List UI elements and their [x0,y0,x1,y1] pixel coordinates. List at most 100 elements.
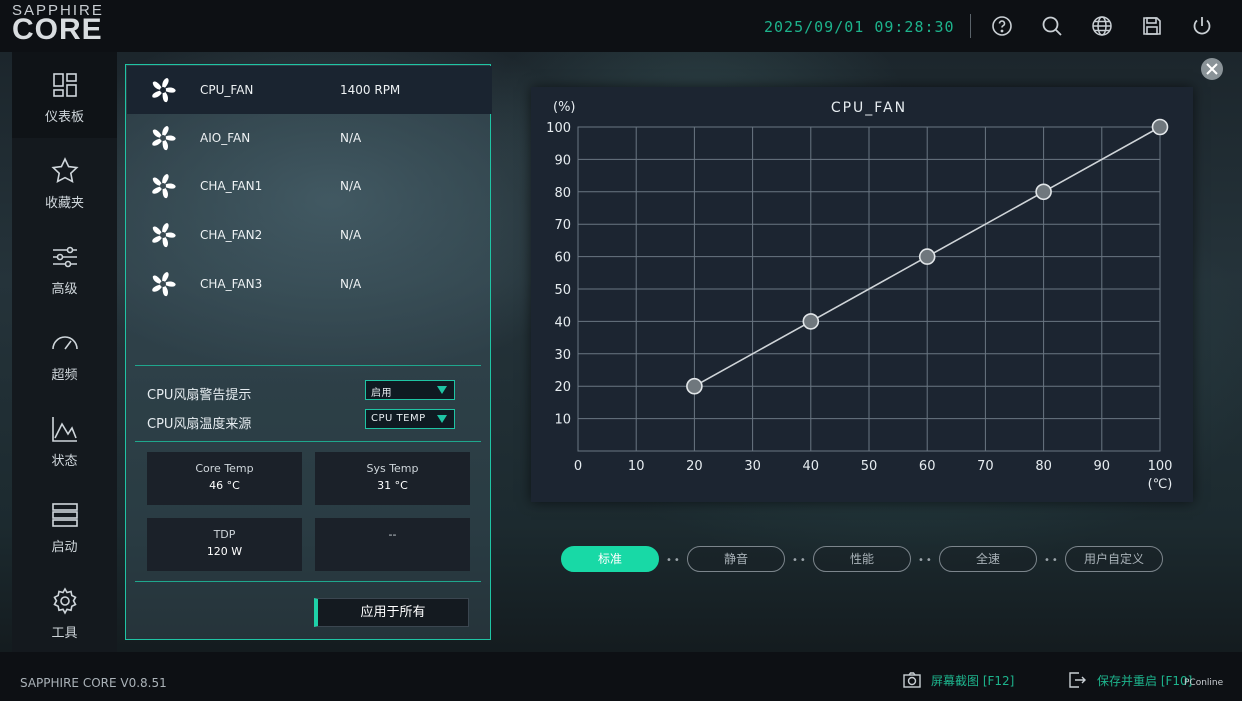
datetime-display: 2025/09/01 09:28:30 [764,18,955,36]
mode-performance-button[interactable]: 性能 [813,546,911,572]
separator-dots: •• [918,555,934,566]
fan-warning-label: CPU风扇警告提示 [147,388,252,403]
x-tick-label: 40 [803,459,820,474]
gear-icon [52,587,77,615]
fan-row-aio-fan[interactable]: AIO_FAN N/A [127,114,492,162]
apply-to-all-button[interactable]: 应用于所有 [314,598,469,627]
sidebar-item-label: 收藏夹 [44,196,84,211]
divider [135,581,481,582]
y-tick-label: 100 [546,121,571,136]
fan-temp-source-dropdown[interactable]: CPU TEMP [365,409,455,429]
empty-stat-card: -- [315,518,470,571]
sidebar-item-status[interactable]: 状态 [12,396,117,482]
power-icon[interactable] [1190,14,1214,38]
stat-label: Core Temp [195,462,254,475]
divider [135,441,481,442]
chevron-down-icon [437,386,447,394]
mode-custom-button[interactable]: 用户自定义 [1065,546,1163,572]
x-tick-label: 30 [744,459,761,474]
fan-name: CPU_FAN [200,83,254,97]
exit-icon[interactable] [1067,670,1087,690]
x-tick-label: 70 [977,459,994,474]
x-tick-label: 90 [1094,459,1111,474]
fan-name: CHA_FAN2 [200,228,263,242]
sidebar-item-tools[interactable]: 工具 [12,568,117,654]
curve-point[interactable] [1151,118,1169,136]
sidebar-item-boot[interactable]: 启动 [12,482,117,568]
sidebar-item-overclock[interactable]: 超频 [12,310,117,396]
sidebar-item-dashboard[interactable]: 仪表板 [12,52,117,138]
fan-mode-selector: 标准 •• 静音 •• 性能 •• 全速 •• 用户自定义 [561,546,1181,574]
save-restart-button[interactable]: 保存并重启 [F10] [1097,672,1192,689]
core-temp-card: Core Temp 46 °C [147,452,302,505]
fan-icon [152,126,176,151]
close-button[interactable] [1201,58,1223,80]
sidebar-item-label: 工具 [51,626,78,641]
sidebar-item-favorites[interactable]: 收藏夹 [12,138,117,224]
y-tick-label: 50 [554,283,571,298]
camera-icon[interactable] [902,670,922,690]
fan-name: CHA_FAN1 [200,179,263,193]
fan-row-cpu-fan[interactable]: CPU_FAN 1400 RPM [127,66,492,114]
curve-point[interactable] [918,248,936,265]
y-tick-label: 30 [554,348,571,363]
y-tick-label: 70 [554,218,571,233]
fan-speed: 1400 RPM [340,83,401,97]
screenshot-button[interactable]: 屏幕截图 [F12] [931,672,1014,689]
x-axis-label: (℃) [1148,477,1173,492]
fan-row-cha-fan2[interactable]: CHA_FAN2 N/A [127,211,492,259]
fan-curve-svg: 0 10 20 30 40 50 60 70 80 90 100 10 20 30 40 50 60 70 80 90… [546,100,1173,492]
fan-warning-dropdown[interactable]: 启用 [365,380,455,400]
version-label: SAPPHIRE CORE V0.8.51 [20,676,167,690]
fan-panel: CPU_FAN 1400 RPM AIO_FAN N/A CHA_FAN1 N/… [125,64,492,640]
sidebar-item-label: 状态 [51,454,78,469]
x-tick-label: 60 [919,459,936,474]
fan-curve-chart: 0 10 20 30 40 50 60 70 80 90 100 10 20 30 40 50 60 70 80 90… [531,87,1193,502]
mode-full-speed-button[interactable]: 全速 [939,546,1037,572]
y-tick-label: 80 [554,186,571,201]
save-icon[interactable] [1140,14,1164,38]
fan-temp-source-label: CPU风扇温度来源 [147,417,252,432]
sidebar-item-label: 超频 [51,368,78,383]
fan-icon [152,174,176,199]
x-tick-label: 100 [1148,459,1173,474]
curve-point[interactable] [1035,183,1052,201]
x-tick-label: 20 [686,459,703,474]
curve-point[interactable] [686,377,703,395]
fan-row-cha-fan1[interactable]: CHA_FAN1 N/A [127,162,492,210]
fan-speed: N/A [340,131,362,145]
toolbar-divider [970,14,971,38]
stat-value: -- [388,528,397,541]
fan-icon [152,272,176,297]
search-icon[interactable] [1040,14,1064,38]
fan-row-cha-fan3[interactable]: CHA_FAN3 N/A [127,260,492,308]
chart-icon [51,417,77,442]
stat-value: 31 °C [377,479,408,492]
y-tick-label: 20 [554,380,571,395]
close-icon [1206,63,1218,75]
stat-value: 46 °C [209,479,240,492]
mode-standard-button[interactable]: 标准 [561,546,659,572]
x-tick-label: 0 [574,459,582,474]
fan-speed: N/A [340,277,362,291]
fan-speed: N/A [340,179,362,193]
dashboard-icon [52,73,77,97]
divider [135,365,481,366]
logo: SAPPHIRE CORE [12,2,104,46]
fan-icon [152,223,176,248]
fan-name: CHA_FAN3 [200,277,263,291]
y-tick-label: 60 [554,251,571,266]
y-tick-label: 10 [554,413,571,428]
y-axis-label: (%) [553,100,576,115]
sys-temp-card: Sys Temp 31 °C [315,452,470,505]
mode-silent-button[interactable]: 静音 [687,546,785,572]
separator-dots: •• [792,555,808,566]
help-icon[interactable] [990,14,1014,38]
x-tick-label: 80 [1035,459,1052,474]
globe-icon[interactable] [1090,14,1114,38]
dropdown-value: 启用 [371,388,392,399]
sidebar-item-advanced[interactable]: 高级 [12,224,117,310]
stat-value: 120 W [206,545,243,558]
logo-brand-big: CORE [12,13,103,46]
curve-point[interactable] [802,313,820,330]
